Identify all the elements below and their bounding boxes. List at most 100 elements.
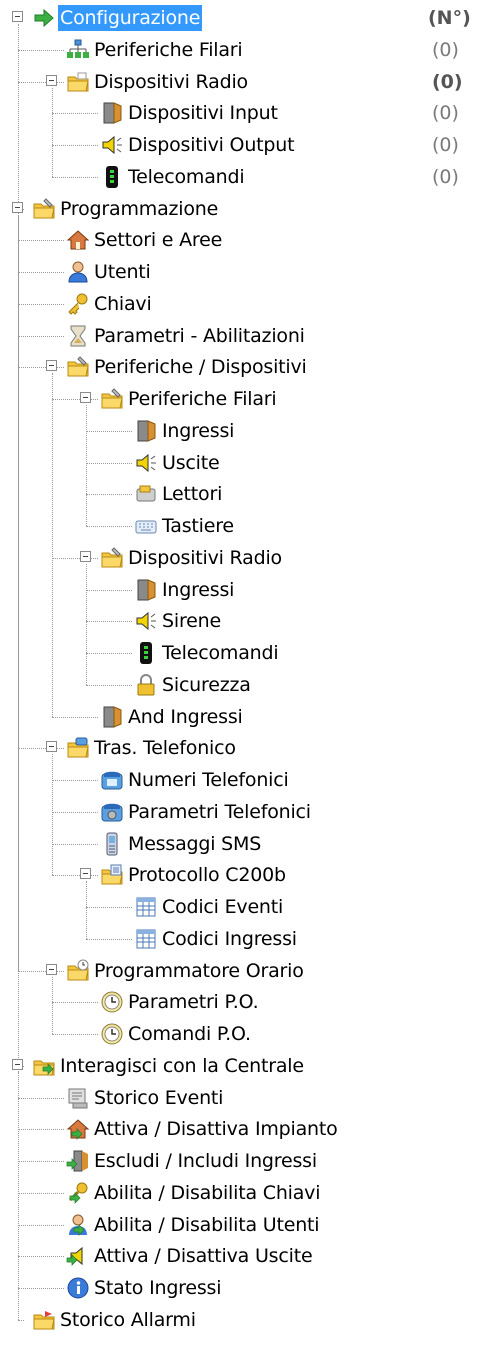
tree-node-telecomandi-prog[interactable]: Telecomandi: [0, 637, 478, 669]
tree-node-label[interactable]: Storico Eventi: [94, 1085, 223, 1111]
tree-node-label[interactable]: Dispositivi Radio: [94, 69, 248, 95]
tree-node-label[interactable]: Dispositivi Input: [128, 100, 278, 126]
tree-node-and-ingressi[interactable]: And Ingressi: [0, 701, 478, 733]
collapse-toggle[interactable]: [80, 550, 91, 562]
tree-node-telecomandi-cfg[interactable]: Telecomandi (0): [0, 161, 478, 193]
tree-node-label[interactable]: Interagisci con la Centrale: [60, 1053, 304, 1079]
tree-node-codici-ingressi[interactable]: Codici Ingressi: [0, 923, 478, 955]
tree-node-dispositivi-output[interactable]: Dispositivi Output (0): [0, 129, 478, 161]
tree-node-programmatore-orario[interactable]: Programmatore Orario: [0, 955, 478, 987]
tree-node-label[interactable]: Tastiere: [162, 513, 234, 539]
collapse-toggle[interactable]: [46, 963, 57, 975]
collapse-toggle[interactable]: [12, 1058, 23, 1070]
tree-node-label[interactable]: Messaggi SMS: [128, 831, 261, 857]
tree-node-label[interactable]: Lettori: [162, 481, 222, 507]
keyboard-icon: [134, 514, 158, 538]
tree-node-label[interactable]: Dispositivi Output: [128, 132, 295, 158]
tree-node-periferiche-dispositivi[interactable]: Periferiche / Dispositivi: [0, 351, 478, 383]
tree-node-prog-dispositivi-radio[interactable]: Dispositivi Radio: [0, 542, 478, 574]
collapse-toggle[interactable]: [46, 360, 57, 372]
item-count: (0): [432, 102, 459, 125]
tree-node-attiva-impianto[interactable]: Attiva / Disattiva Impianto: [0, 1113, 478, 1145]
tree-node-label[interactable]: Tras. Telefonico: [94, 735, 236, 761]
tree-node-label[interactable]: Comandi P.O.: [128, 1021, 251, 1047]
tree-node-label[interactable]: Telecomandi: [162, 640, 279, 666]
tree-node-label[interactable]: Ingressi: [162, 577, 234, 603]
tree-node-stato-ingressi[interactable]: Stato Ingressi: [0, 1272, 478, 1304]
tree-node-dispositivi-radio[interactable]: Dispositivi Radio (0): [0, 66, 478, 98]
tree-node-label[interactable]: Stato Ingressi: [94, 1275, 222, 1301]
tree-node-label[interactable]: Dispositivi Radio: [128, 545, 282, 571]
tree-node-label[interactable]: Codici Ingressi: [162, 926, 297, 952]
tree-node-label[interactable]: Periferiche Filari: [128, 386, 277, 412]
tree-node-uscite[interactable]: Uscite: [0, 447, 478, 479]
item-count: (0): [432, 165, 459, 188]
tree-node-programmazione[interactable]: Programmazione: [0, 193, 478, 225]
tree-node-label[interactable]: Settori e Aree: [94, 227, 222, 253]
collapse-toggle[interactable]: [46, 741, 57, 753]
tree-node-tras-telefonico[interactable]: Tras. Telefonico: [0, 732, 478, 764]
tree-node-codici-eventi[interactable]: Codici Eventi: [0, 891, 478, 923]
tree-node-ingressi-radio[interactable]: Ingressi: [0, 574, 478, 606]
tree-node-numeri-telefonici[interactable]: Numeri Telefonici: [0, 764, 478, 796]
collapse-toggle[interactable]: [12, 201, 23, 213]
tree-node-label[interactable]: Escludi / Includi Ingressi: [94, 1148, 317, 1174]
tree-node-attiva-uscite[interactable]: Attiva / Disattiva Uscite: [0, 1240, 478, 1272]
tree-node-protocollo-c200b[interactable]: Protocollo C200b: [0, 859, 478, 891]
tree-node-periferiche-filari[interactable]: Periferiche Filari (0): [0, 34, 478, 66]
tree-node-label[interactable]: Periferiche / Dispositivi: [94, 354, 307, 380]
tree-node-label[interactable]: Parametri - Abilitazioni: [94, 323, 305, 349]
tree-node-label[interactable]: Protocollo C200b: [128, 862, 286, 888]
tree-node-chiavi[interactable]: Chiavi: [0, 288, 478, 320]
tree-node-lettori[interactable]: Lettori: [0, 478, 478, 510]
tree-node-ingressi-filari[interactable]: Ingressi: [0, 415, 478, 447]
tree-node-label[interactable]: Parametri Telefonici: [128, 799, 311, 825]
tree-node-tastiere[interactable]: Tastiere: [0, 510, 478, 542]
collapse-toggle[interactable]: [46, 74, 57, 86]
tree-node-sicurezza[interactable]: Sicurezza: [0, 669, 478, 701]
tree-node-label[interactable]: Utenti: [94, 259, 151, 285]
tree-node-label[interactable]: And Ingressi: [128, 704, 243, 730]
tree-node-abilita-chiavi[interactable]: Abilita / Disabilita Chiavi: [0, 1177, 478, 1209]
tree-node-label[interactable]: Parametri P.O.: [128, 989, 259, 1015]
tree-node-label[interactable]: Chiavi: [94, 291, 152, 317]
tree-node-label[interactable]: Abilita / Disabilita Chiavi: [94, 1180, 321, 1206]
tree-node-parametri-telefonici[interactable]: Parametri Telefonici: [0, 796, 478, 828]
tree-node-dispositivi-input[interactable]: Dispositivi Input (0): [0, 97, 478, 129]
speaker-icon: [134, 451, 158, 475]
tree-node-utenti[interactable]: Utenti: [0, 256, 478, 288]
tree-node-label[interactable]: Numeri Telefonici: [128, 767, 289, 793]
tree-node-label[interactable]: Attiva / Disattiva Uscite: [94, 1243, 313, 1269]
tree-node-label[interactable]: Periferiche Filari: [94, 37, 243, 63]
tree-node-label[interactable]: Storico Allarmi: [60, 1307, 196, 1333]
tree-node-label[interactable]: Programmatore Orario: [94, 958, 304, 984]
collapse-toggle[interactable]: [80, 392, 91, 403]
tree-node-sirene[interactable]: Sirene: [0, 605, 478, 637]
tree-node-prog-periferiche-filari[interactable]: Periferiche Filari: [0, 383, 478, 415]
tree-node-label[interactable]: Sirene: [162, 608, 221, 634]
tree-node-label[interactable]: Programmazione: [60, 196, 218, 222]
tree-node-label[interactable]: Configurazione: [58, 5, 203, 31]
tree-node-settori-aree[interactable]: Settori e Aree: [0, 224, 478, 256]
tree-node-escludi-ingressi[interactable]: Escludi / Includi Ingressi: [0, 1145, 478, 1177]
tree-node-parametri-po[interactable]: Parametri P.O.: [0, 986, 478, 1018]
key-icon: [66, 292, 90, 316]
tree-node-label[interactable]: Attiva / Disattiva Impianto: [94, 1116, 338, 1142]
tree-node-storico-eventi[interactable]: Storico Eventi: [0, 1082, 478, 1114]
tree-node-label[interactable]: Abilita / Disabilita Utenti: [94, 1212, 320, 1238]
tree-node-configurazione[interactable]: Configurazione (N°): [0, 2, 478, 34]
tree-node-interagisci[interactable]: Interagisci con la Centrale: [0, 1050, 478, 1082]
tree-node-label[interactable]: Ingressi: [162, 418, 234, 444]
tree-node-abilita-utenti[interactable]: Abilita / Disabilita Utenti: [0, 1209, 478, 1241]
tree-node-comandi-po[interactable]: Comandi P.O.: [0, 1018, 478, 1050]
door-icon: [134, 419, 158, 443]
collapse-toggle[interactable]: [80, 868, 91, 880]
collapse-toggle[interactable]: [12, 11, 23, 22]
tree-node-label[interactable]: Codici Eventi: [162, 894, 283, 920]
tree-node-storico-allarmi[interactable]: Storico Allarmi: [0, 1304, 478, 1336]
tree-node-messaggi-sms[interactable]: Messaggi SMS: [0, 828, 478, 860]
tree-node-label[interactable]: Sicurezza: [162, 672, 251, 698]
tree-node-parametri-abilitazioni[interactable]: Parametri - Abilitazioni: [0, 320, 478, 352]
tree-node-label[interactable]: Telecomandi: [128, 164, 245, 190]
tree-node-label[interactable]: Uscite: [162, 450, 220, 476]
